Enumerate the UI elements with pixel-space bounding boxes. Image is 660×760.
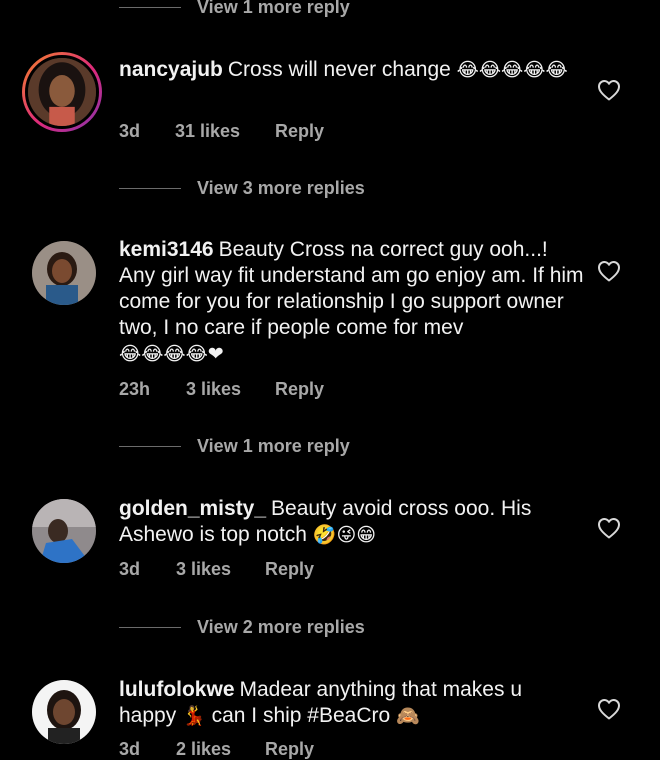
view-more-replies-link[interactable]: View 1 more reply bbox=[119, 436, 350, 457]
like-button[interactable] bbox=[597, 517, 621, 539]
comment-likes[interactable]: 3 likes bbox=[186, 379, 275, 400]
replies-divider bbox=[119, 7, 181, 8]
like-button[interactable] bbox=[597, 79, 621, 101]
replies-divider bbox=[119, 188, 181, 189]
comment-emoji-end: 🙈 bbox=[396, 705, 420, 727]
comment-body: golden_misty_ Beauty avoid cross ooo. His… bbox=[119, 496, 584, 548]
comment-text: Cross will never change bbox=[227, 58, 451, 81]
comment-text-continued: can I ship #BeaCro bbox=[211, 704, 391, 727]
comment-username[interactable]: golden_misty_ bbox=[119, 497, 266, 520]
view-more-replies-link[interactable]: View 2 more replies bbox=[119, 617, 365, 638]
reply-button[interactable]: Reply bbox=[265, 739, 314, 760]
comment-emoji: 💃 bbox=[182, 705, 206, 727]
comment-username[interactable]: kemi3146 bbox=[119, 238, 214, 261]
comment-meta: 3d 3 likes Reply bbox=[119, 559, 314, 580]
avatar[interactable] bbox=[22, 52, 102, 132]
like-button[interactable] bbox=[597, 260, 621, 282]
comment-meta: 3d 31 likes Reply bbox=[119, 121, 324, 142]
comment-emoji: 😂😂😂😂❤ bbox=[119, 343, 224, 365]
reply-button[interactable]: Reply bbox=[265, 559, 314, 580]
like-button[interactable] bbox=[597, 698, 621, 720]
heart-outline-icon bbox=[598, 80, 620, 101]
view-more-replies-label: View 3 more replies bbox=[197, 178, 365, 198]
comment-body: kemi3146 Beauty Cross na correct guy ooh.… bbox=[119, 237, 584, 367]
comment-meta: 23h 3 likes Reply bbox=[119, 379, 324, 400]
comment-time: 3d bbox=[119, 739, 141, 759]
comment-likes[interactable]: 2 likes bbox=[176, 739, 265, 760]
view-more-replies-label: View 1 more reply bbox=[197, 0, 350, 17]
comment-time: 3d bbox=[119, 121, 141, 141]
comment-likes[interactable]: 3 likes bbox=[176, 559, 265, 580]
comment-body: nancyajub Cross will never change 😂😂😂😂😂 bbox=[119, 57, 584, 83]
comment-username[interactable]: lulufolokwe bbox=[119, 678, 235, 701]
view-more-replies-link[interactable]: View 1 more reply bbox=[119, 0, 350, 18]
view-more-replies-label: View 1 more reply bbox=[197, 436, 350, 456]
heart-outline-icon bbox=[598, 518, 620, 539]
comment-body: lulufolokwe Madear anything that makes u … bbox=[119, 677, 584, 729]
view-more-replies-label: View 2 more replies bbox=[197, 617, 365, 637]
comment-emoji: 😂😂😂😂😂 bbox=[456, 59, 568, 81]
replies-divider bbox=[119, 627, 181, 628]
avatar[interactable] bbox=[32, 680, 96, 744]
comment-username[interactable]: nancyajub bbox=[119, 58, 223, 81]
avatar[interactable] bbox=[32, 241, 96, 305]
comment-time: 3d bbox=[119, 559, 141, 579]
comment-likes[interactable]: 31 likes bbox=[175, 121, 275, 142]
heart-outline-icon bbox=[598, 699, 620, 720]
heart-outline-icon bbox=[598, 261, 620, 282]
avatar[interactable] bbox=[32, 499, 96, 563]
replies-divider bbox=[119, 446, 181, 447]
view-more-replies-link[interactable]: View 3 more replies bbox=[119, 178, 365, 199]
comment-time: 23h bbox=[119, 379, 151, 399]
comment-emoji: 🤣😜😁 bbox=[312, 524, 377, 546]
comment-meta: 3d 2 likes Reply bbox=[119, 739, 314, 760]
reply-button[interactable]: Reply bbox=[275, 121, 324, 142]
reply-button[interactable]: Reply bbox=[275, 379, 324, 400]
